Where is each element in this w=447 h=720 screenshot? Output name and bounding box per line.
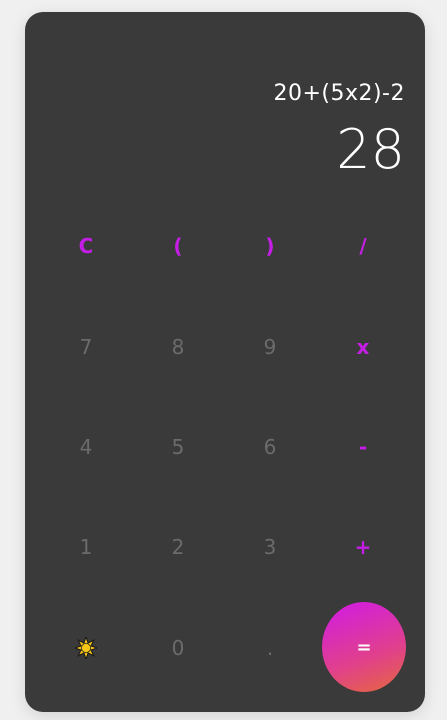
equals-button[interactable]: = [322, 602, 406, 692]
digit-8-button[interactable]: 8 [136, 305, 220, 389]
digit-9-button[interactable]: 9 [228, 305, 312, 389]
digit-5-button[interactable]: 5 [136, 405, 220, 489]
digit-2-button[interactable]: 2 [136, 505, 220, 589]
expression-display: 20+(5x2)-2 [273, 81, 405, 106]
digit-1-button[interactable]: 1 [44, 505, 128, 589]
add-button[interactable]: + [321, 505, 405, 589]
decimal-button[interactable]: . [228, 606, 312, 690]
digit-4-button[interactable]: 4 [44, 405, 128, 489]
divide-button[interactable]: / [321, 204, 405, 288]
multiply-button[interactable]: x [321, 305, 405, 389]
clear-button[interactable]: C [44, 204, 128, 288]
digit-3-button[interactable]: 3 [228, 505, 312, 589]
display: 20+(5x2)-2 28 [273, 80, 405, 180]
calculator-panel: 20+(5x2)-2 28 C ( ) / 7 8 9 x 4 5 6 - 1 … [25, 12, 425, 712]
digit-7-button[interactable]: 7 [44, 305, 128, 389]
sun-icon [75, 637, 97, 659]
digit-0-button[interactable]: 0 [136, 606, 220, 690]
digit-6-button[interactable]: 6 [228, 405, 312, 489]
subtract-button[interactable]: - [321, 405, 405, 489]
close-paren-button[interactable]: ) [228, 204, 312, 288]
open-paren-button[interactable]: ( [136, 204, 220, 288]
theme-toggle-button[interactable] [44, 606, 128, 690]
result-display: 28 [336, 118, 405, 181]
